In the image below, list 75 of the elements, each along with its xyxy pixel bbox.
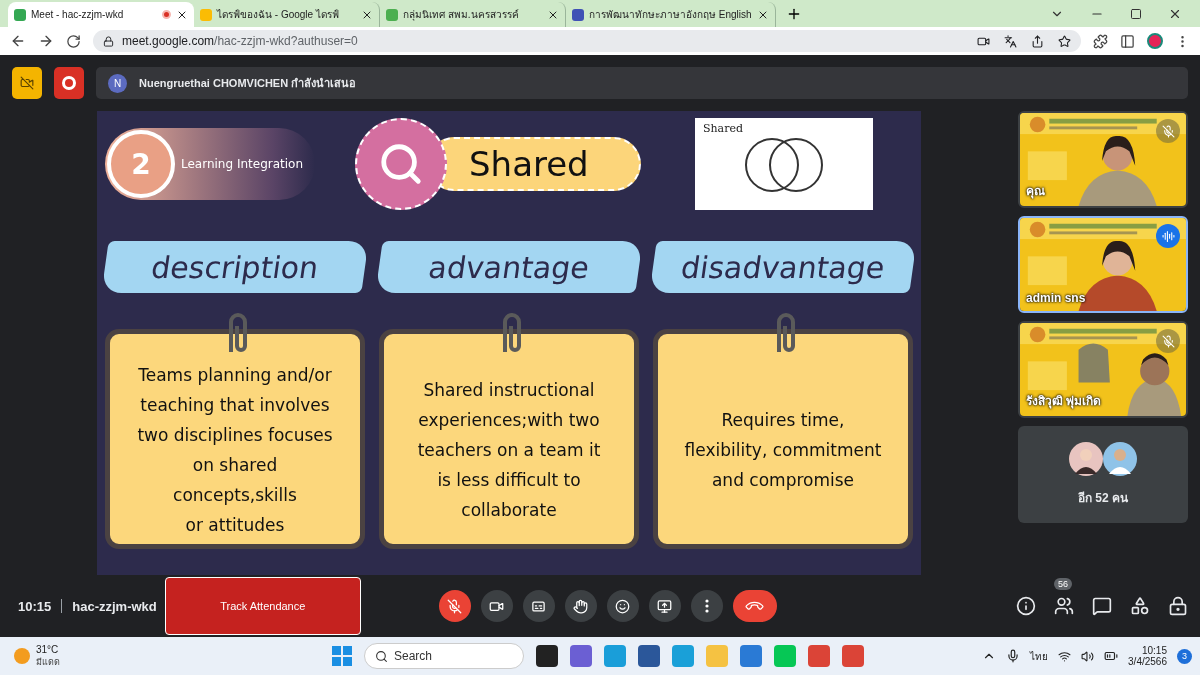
participant-name: รังสิวุฒิ พุ่มเกิด: [1026, 393, 1102, 410]
raise-hand-button[interactable]: [564, 590, 597, 622]
back-icon[interactable]: [10, 33, 26, 49]
notification-badge[interactable]: 3: [1177, 648, 1192, 664]
track-attendance-button[interactable]: Track Attendance: [164, 577, 361, 635]
avatar-icon: [1103, 442, 1137, 476]
slide-number: 2: [107, 130, 175, 198]
microphone-icon[interactable]: [1006, 649, 1021, 663]
column-heading: description: [101, 241, 369, 293]
more-icon: [704, 599, 709, 613]
column-heading: advantage: [375, 241, 643, 293]
video-off-icon: [20, 76, 34, 90]
search-icon: [375, 649, 388, 663]
camera-button[interactable]: [480, 590, 513, 622]
start-icon[interactable]: [332, 646, 352, 666]
side-panel-icon[interactable]: [1120, 33, 1135, 49]
maximize-icon[interactable]: [1130, 7, 1142, 20]
more-participants-label: อีก 52 คน: [1078, 490, 1128, 507]
leave-call-button[interactable]: [732, 590, 777, 622]
present-off-button[interactable]: [12, 67, 42, 99]
lock-icon: [103, 35, 114, 47]
more-participants-tile[interactable]: อีก 52 คน: [1018, 426, 1188, 523]
weather-icon: [14, 648, 30, 664]
captions-button[interactable]: [522, 590, 555, 622]
participant-name: admin sns: [1026, 291, 1086, 305]
more-options-button[interactable]: [690, 590, 723, 622]
host-controls-button[interactable]: [1168, 596, 1188, 616]
browser-tab[interactable]: Meet - hac-zzjm-wkd: [8, 2, 194, 27]
microphone-button[interactable]: [438, 590, 471, 622]
profile-avatar[interactable]: [1147, 33, 1163, 49]
tab-favicon-icon: [200, 8, 212, 21]
card-text: Teams planning and/or teaching that involves two disciplines focuses on shared concepts,skills or attitudes: [137, 364, 333, 537]
smiley-icon: [615, 598, 631, 614]
star-icon[interactable]: [1058, 34, 1071, 48]
temperature: 31°C: [36, 643, 60, 655]
activities-button[interactable]: [1130, 596, 1150, 616]
chat-button[interactable]: [1092, 596, 1112, 616]
taskbar-clock[interactable]: 10:15 3/4/2566: [1128, 645, 1167, 667]
share-icon[interactable]: [1031, 34, 1044, 48]
card-text: Requires time, flexibility, commitment and compromise: [684, 409, 882, 492]
captions-icon: [531, 598, 547, 614]
record-button[interactable]: [54, 67, 84, 99]
people-count: 56: [1054, 578, 1072, 590]
address-bar[interactable]: meet.google.com/hac-zzjm-wkd?authuser=0: [93, 30, 1081, 52]
tab-favicon-icon: [386, 8, 398, 21]
reload-icon[interactable]: [66, 33, 81, 49]
present-button[interactable]: [648, 590, 681, 622]
presenter-label: Nuengruethai CHOMVICHEN กำลังนำเสนอ: [139, 76, 357, 91]
emoji-button[interactable]: [606, 590, 639, 622]
url-text: meet.google.com/hac-zzjm-wkd?authuser=0: [122, 34, 358, 48]
weather-text: มีแดด: [36, 655, 60, 669]
meeting-time: 10:15: [18, 598, 52, 614]
mic-off-icon: [447, 598, 463, 614]
taskbar-search-field[interactable]: Search: [364, 643, 524, 669]
tab-favicon-icon: [572, 8, 584, 21]
wifi-icon[interactable]: [1058, 649, 1072, 663]
venn-label: Shared: [703, 122, 744, 135]
info-button[interactable]: [1016, 596, 1036, 616]
hand-icon: [573, 598, 589, 614]
forward-icon[interactable]: [38, 33, 54, 49]
presenter-avatar: N: [108, 73, 127, 93]
tab-favicon-icon: [14, 8, 26, 21]
volume-icon[interactable]: [1081, 649, 1095, 663]
extensions-icon[interactable]: [1093, 33, 1108, 49]
column-heading: disadvantage: [649, 241, 917, 293]
present-screen-icon: [657, 598, 673, 614]
avatar-icon: [1069, 442, 1103, 476]
meeting-code: hac-zzjm-wkd: [72, 598, 157, 614]
battery-icon[interactable]: [1104, 649, 1119, 663]
participant-name: คุณ: [1026, 183, 1045, 200]
language-indicator[interactable]: ไทย: [1030, 648, 1049, 664]
translate-icon[interactable]: [1004, 34, 1017, 48]
card-text: Shared instructional experiences;with two teachers on a team it is less difficult to collaborate: [417, 379, 601, 522]
section-title: Learning Integration: [181, 157, 304, 171]
app-icon[interactable]: [536, 645, 558, 667]
